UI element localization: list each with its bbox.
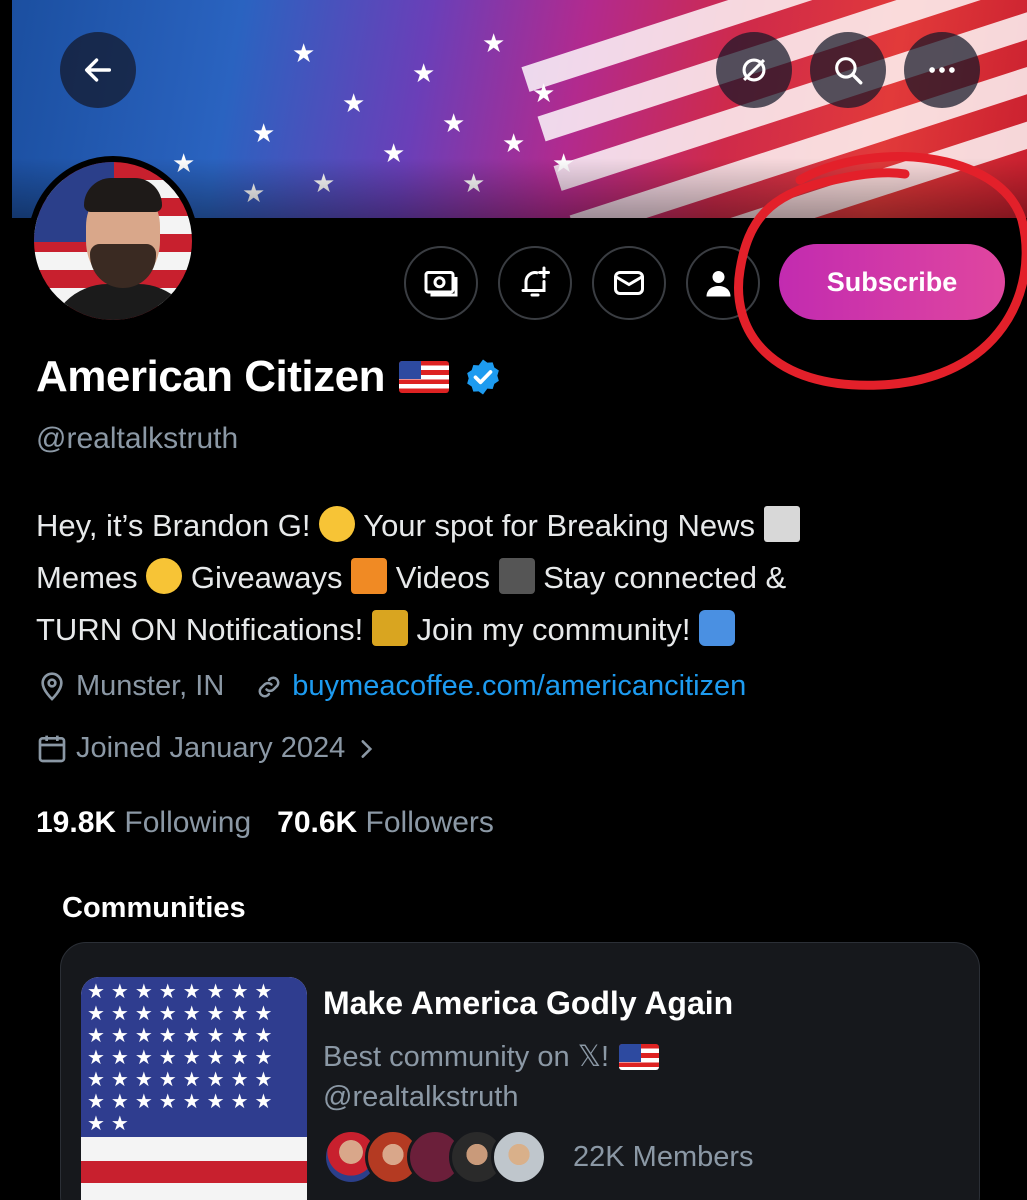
follow-button[interactable] (686, 246, 760, 320)
following-label: Following (124, 806, 252, 839)
laughing-emoji-icon (146, 558, 183, 594)
following-count: 19.8K (36, 806, 117, 839)
followers-count: 70.6K (277, 806, 358, 839)
bio-text: Hey, it’s Brandon G! (36, 508, 311, 543)
bell-plus-icon (521, 266, 550, 297)
megaphone-emoji-icon (371, 610, 408, 646)
calendar-icon (38, 735, 66, 762)
link-icon (258, 676, 280, 697)
arrow-left-icon (84, 58, 112, 82)
communities-heading: Communities (62, 892, 246, 924)
location-pin-icon (41, 671, 63, 701)
down-arrow-emoji-icon (699, 610, 736, 646)
tip-button[interactable] (404, 246, 478, 320)
follow-stats: 19.8K Following 70.6K Followers (36, 806, 494, 840)
community-description-row: Best community on 𝕏! (323, 1039, 660, 1074)
joined-row[interactable]: Joined January 2024 (36, 732, 379, 765)
followers-label: Followers (365, 806, 494, 839)
followers-stat[interactable]: 70.6K Followers (277, 806, 494, 840)
avatar[interactable] (28, 156, 198, 326)
search-button[interactable] (810, 32, 886, 108)
notifications-button[interactable] (498, 246, 572, 320)
community-members: 22K Members (323, 1129, 754, 1185)
bio-text: Videos (395, 560, 490, 595)
member-avatar (491, 1129, 547, 1185)
display-name: American Citizen (36, 352, 385, 401)
bio-text: Stay connected & (543, 560, 787, 595)
community-image: ★★★★★★★★★★★★★★★★★★★★★★★★★★★★★★★★★★★★★★★★… (81, 977, 307, 1200)
community-name: Make America Godly Again (323, 985, 734, 1021)
us-flag-emoji (619, 1043, 660, 1070)
bio-text: TURN ON Notifications! (36, 612, 364, 647)
message-button[interactable] (592, 246, 666, 320)
sunglasses-emoji-icon (319, 506, 356, 542)
bio-text: Your spot for Breaking News (363, 508, 755, 543)
joined-date: Joined January 2024 (76, 732, 346, 764)
verified-badge-icon[interactable] (463, 357, 503, 397)
more-icon (929, 67, 955, 73)
search-icon (835, 57, 863, 85)
subscribe-button[interactable]: Subscribe (779, 244, 1005, 320)
location-text: Munster, IN (76, 670, 225, 702)
profile-bio: Hey, it’s Brandon G! Your spot for Break… (36, 500, 996, 656)
back-button[interactable] (60, 32, 136, 108)
following-stat[interactable]: 19.8K Following (36, 806, 251, 840)
money-icon (424, 271, 458, 297)
community-handle: @realtalkstruth (323, 1081, 519, 1113)
community-description: Best community on 𝕏! (323, 1041, 610, 1073)
bio-text: Giveaways (190, 560, 343, 595)
location-website-row: Munster, IN buymeacoffee.com/americancit… (36, 670, 746, 703)
us-flag-emoji (398, 361, 449, 393)
follow-user-icon (706, 271, 731, 297)
website-link[interactable]: buymeacoffee.com/americancitizen (292, 670, 746, 703)
camera-emoji-icon (498, 558, 535, 594)
slashed-circle-icon (742, 58, 766, 82)
bio-text: Memes (36, 560, 138, 595)
mail-icon (614, 271, 644, 295)
grok-button[interactable] (716, 32, 792, 108)
community-card[interactable]: ★★★★★★★★★★★★★★★★★★★★★★★★★★★★★★★★★★★★★★★★… (60, 942, 980, 1200)
more-button[interactable] (904, 32, 980, 108)
newspaper-emoji-icon (763, 506, 800, 542)
chevron-right-icon (361, 739, 373, 758)
bio-text: Join my community! (416, 612, 691, 647)
profile-handle: @realtalkstruth (36, 422, 239, 455)
members-count: 22K Members (573, 1140, 754, 1173)
gift-emoji-icon (351, 558, 388, 594)
name-row: American Citizen (36, 352, 503, 402)
